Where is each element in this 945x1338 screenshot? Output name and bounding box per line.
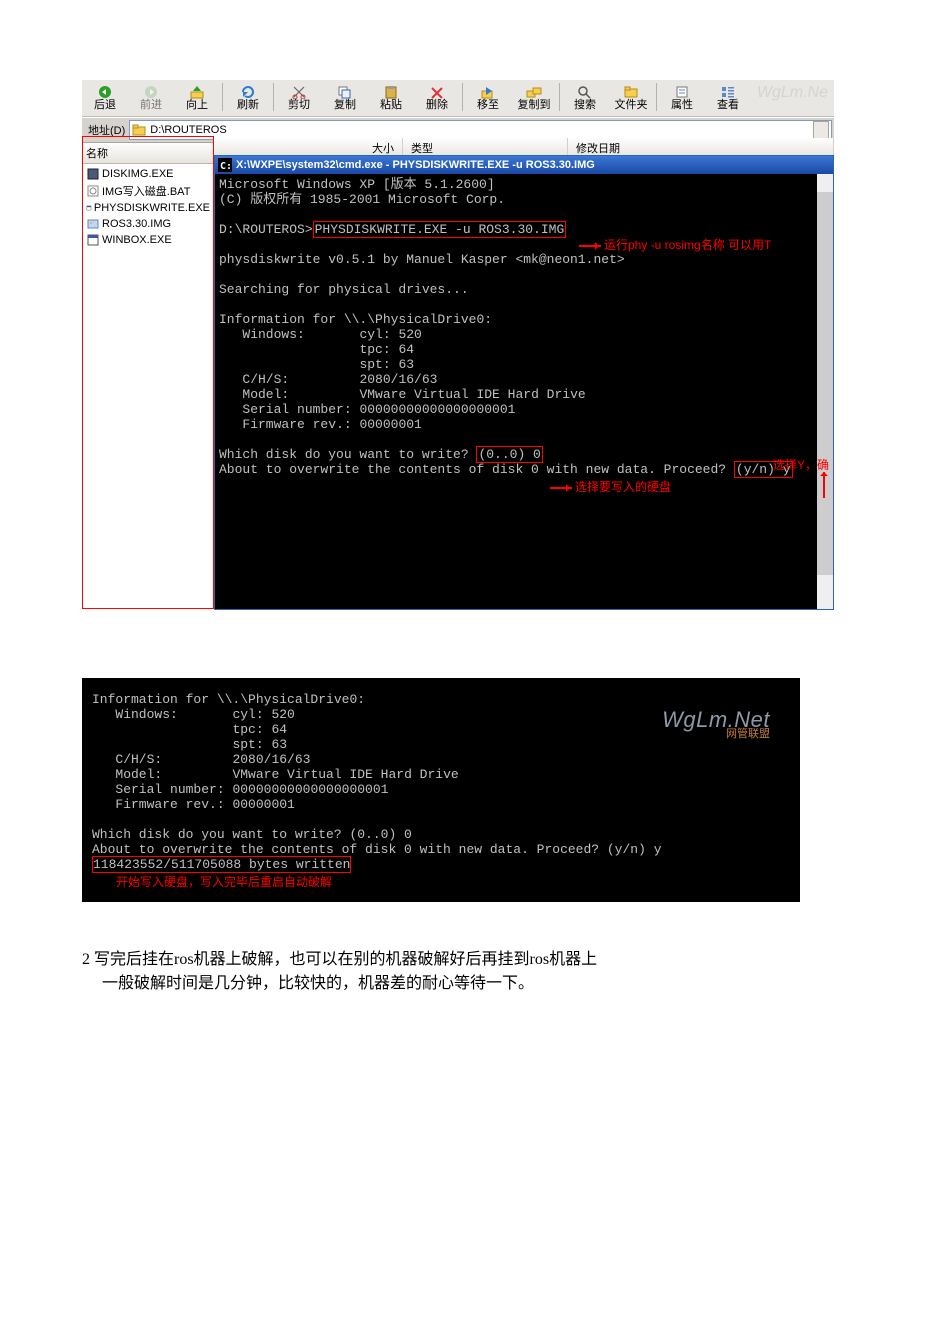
folders-button[interactable]: 文件夹	[608, 80, 654, 116]
search-button[interactable]: 搜索	[562, 80, 608, 116]
moveto-button[interactable]: 移至	[465, 80, 511, 116]
refresh-label: 刷新	[237, 99, 259, 111]
paste-label: 粘贴	[380, 99, 402, 111]
cmd-title: X:\WXPE\system32\cmd.exe - PHYSDISKWRITE…	[236, 158, 595, 173]
dropdown-icon[interactable]	[813, 121, 829, 139]
forward-button[interactable]: 前进	[128, 80, 174, 116]
exe-icon	[86, 233, 100, 247]
file-name: PHYSDISKWRITE.EXE	[94, 202, 210, 214]
paste-button[interactable]: 粘贴	[368, 80, 414, 116]
copyto-label: 复制到	[518, 99, 551, 111]
forward-label: 前进	[140, 99, 162, 111]
copy-label: 复制	[334, 99, 356, 111]
disk-choice-highlight: (0..0) 0	[476, 446, 542, 463]
file-name: IMG写入磁盘.BAT	[102, 183, 190, 199]
file-name: DISKIMG.EXE	[102, 168, 174, 180]
file-name: WINBOX.EXE	[102, 234, 172, 246]
copy-icon	[337, 85, 353, 99]
svg-text:C:\: C:\	[220, 161, 232, 172]
watermark: WgLm.Net 网管联盟	[662, 712, 770, 742]
file-item[interactable]: IMG写入磁盘.BAT	[82, 182, 214, 200]
step-2-line1: 2 写完后挂在ros机器上破解，也可以在别的机器破解好后再挂到ros机器上	[82, 951, 597, 968]
watermark-text: WgLm.Net	[662, 712, 770, 727]
refresh-button[interactable]: 刷新	[225, 80, 271, 116]
views-label: 查看	[717, 99, 739, 111]
cmd-titlebar[interactable]: C:\ X:\WXPE\system32\cmd.exe - PHYSDISKW…	[215, 156, 833, 174]
address-label: 地址(D)	[84, 122, 129, 138]
name-column-header[interactable]: 名称	[82, 143, 214, 164]
scrollbar[interactable]	[817, 174, 833, 609]
body-text: 2 写完后挂在ros机器上破解，也可以在别的机器破解好后再挂到ros机器上 一般…	[82, 948, 945, 996]
properties-icon	[674, 85, 690, 99]
address-combobox[interactable]: D:\ROUTEROS	[129, 120, 832, 140]
views-icon	[720, 85, 736, 99]
back-button[interactable]: 后退	[82, 80, 128, 116]
moveto-label: 移至	[477, 99, 499, 111]
cmd-input-highlight: PHYSDISKWRITE.EXE -u ROS3.30.IMG	[313, 221, 567, 238]
file-name: ROS3.30.IMG	[102, 218, 171, 230]
cut-button[interactable]: 剪切	[276, 80, 322, 116]
copyto-icon	[526, 85, 542, 99]
explorer-cmd-screenshot: WgLm.Ne 后退 前进 向上 刷新 剪切	[82, 80, 834, 610]
back-label: 后退	[94, 99, 116, 111]
file-item[interactable]: ROS3.30.IMG	[82, 216, 214, 232]
forward-icon	[143, 85, 159, 99]
moveto-icon	[480, 85, 496, 99]
bat-icon	[86, 184, 100, 198]
img-icon	[86, 217, 100, 231]
views-button[interactable]: 查看	[705, 80, 751, 116]
back-icon	[97, 85, 113, 99]
cmd-output: Microsoft Windows XP [版本 5.1.2600] (C) 版…	[215, 174, 833, 483]
anno-writing: 开始写入硬盘，写入完毕后重启自动破解	[116, 875, 332, 890]
copy-button[interactable]: 复制	[322, 80, 368, 116]
properties-label: 属性	[671, 99, 693, 111]
search-icon	[577, 85, 593, 99]
cmd-window: C:\ X:\WXPE\system32\cmd.exe - PHYSDISKW…	[214, 155, 834, 610]
exe-icon	[86, 201, 92, 215]
folders-label: 文件夹	[615, 99, 648, 111]
paste-icon	[383, 85, 399, 99]
delete-label: 删除	[426, 99, 448, 111]
cut-icon	[291, 85, 307, 99]
explorer-toolbar: 后退 前进 向上 刷新 剪切 复制	[82, 80, 834, 117]
cut-label: 剪切	[288, 99, 310, 111]
delete-icon	[429, 85, 445, 99]
up-label: 向上	[186, 99, 208, 111]
cmd-progress-screenshot: WgLm.Net 网管联盟 Information for \\.\Physic…	[82, 678, 800, 902]
watermark: WgLm.Ne	[757, 84, 828, 102]
file-list-pane: 名称 DISKIMG.EXE IMG写入磁盘.BAT PHYSDISKWRITE…	[82, 143, 215, 610]
confirm-highlight: (y/n) y	[734, 461, 793, 478]
cmd-icon: C:\	[218, 158, 232, 172]
up-button[interactable]: 向上	[174, 80, 220, 116]
bytes-written-highlight: 118423552/511705088 bytes written	[92, 856, 351, 873]
refresh-icon	[240, 85, 256, 99]
folders-icon	[623, 85, 639, 99]
exe-icon	[86, 167, 100, 181]
search-label: 搜索	[574, 99, 596, 111]
folder-icon	[132, 123, 146, 137]
properties-button[interactable]: 属性	[659, 80, 705, 116]
step-2-line2: 一般破解时间是几分钟，比较快的，机器差的耐心等待一下。	[82, 972, 945, 996]
file-list: DISKIMG.EXE IMG写入磁盘.BAT PHYSDISKWRITE.EX…	[82, 164, 214, 250]
copyto-button[interactable]: 复制到	[511, 80, 557, 116]
file-item[interactable]: DISKIMG.EXE	[82, 166, 214, 182]
address-value: D:\ROUTEROS	[150, 124, 813, 136]
up-icon	[189, 85, 205, 99]
file-item[interactable]: PHYSDISKWRITE.EXE	[82, 200, 214, 216]
delete-button[interactable]: 删除	[414, 80, 460, 116]
file-item[interactable]: WINBOX.EXE	[82, 232, 214, 248]
